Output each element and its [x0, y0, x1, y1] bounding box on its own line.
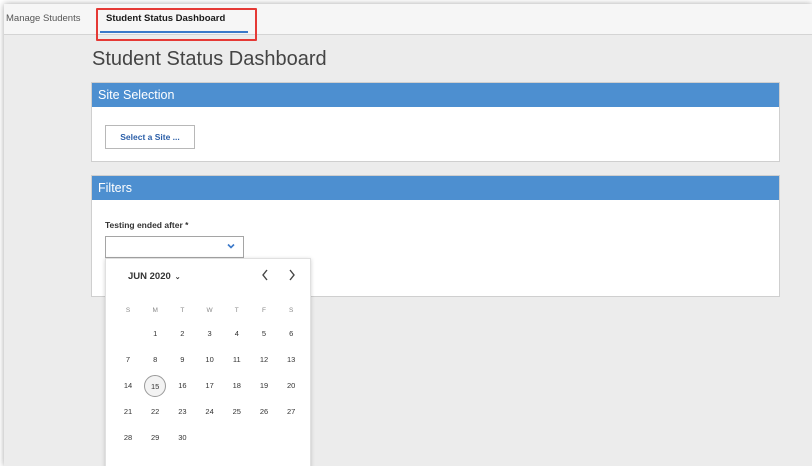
chevron-down-icon[interactable]: [226, 241, 236, 254]
select-site-button[interactable]: Select a Site ...: [105, 125, 195, 149]
calendar-day[interactable]: 4: [226, 323, 248, 345]
chevron-right-icon: [289, 269, 295, 281]
annotation-highlight-box: [96, 8, 257, 41]
calendar-day[interactable]: 28: [117, 427, 139, 449]
calendar-day[interactable]: 20: [280, 375, 302, 397]
weekday-header: S: [289, 307, 294, 314]
calendar-day[interactable]: 1: [144, 323, 166, 345]
calendar-day[interactable]: 16: [171, 375, 193, 397]
calendar-day[interactable]: 9: [171, 349, 193, 371]
calendar-day[interactable]: 18: [226, 375, 248, 397]
filters-heading: Filters: [92, 176, 779, 200]
calendar-day[interactable]: 23: [171, 401, 193, 423]
calendar-day[interactable]: 13: [280, 349, 302, 371]
testing-ended-label: Testing ended after *: [105, 220, 189, 230]
date-picker-calendar: JUN 2020 ⌄ S M T W T F S 1 2 3 4 5 6 7 8 9 10 11 12 13 14 15 1…: [105, 258, 311, 466]
calendar-day[interactable]: 22: [144, 401, 166, 423]
page-title: Student Status Dashboard: [92, 48, 327, 70]
calendar-day[interactable]: 2: [171, 323, 193, 345]
calendar-day[interactable]: 24: [199, 401, 221, 423]
calendar-day[interactable]: 17: [199, 375, 221, 397]
calendar-day[interactable]: 11: [226, 349, 248, 371]
calendar-day[interactable]: 21: [117, 401, 139, 423]
calendar-day[interactable]: 30: [171, 427, 193, 449]
next-month-button[interactable]: [287, 268, 297, 285]
chevron-left-icon: [262, 269, 268, 281]
calendar-day[interactable]: 7: [117, 349, 139, 371]
calendar-day[interactable]: 14: [117, 375, 139, 397]
site-selection-heading: Site Selection: [92, 83, 779, 107]
tab-manage-students[interactable]: Manage Students: [6, 4, 80, 34]
month-label: JUN 2020: [128, 271, 171, 282]
chevron-down-icon: ⌄: [172, 274, 181, 281]
weekday-header: T: [180, 307, 185, 314]
calendar-day[interactable]: 19: [253, 375, 275, 397]
calendar-day[interactable]: 29: [144, 427, 166, 449]
app-window: Manage Students Student Status Dashboard…: [4, 4, 812, 466]
weekday-header: M: [152, 307, 158, 314]
calendar-day[interactable]: 8: [144, 349, 166, 371]
calendar-day[interactable]: 5: [253, 323, 275, 345]
previous-month-button[interactable]: [260, 268, 270, 285]
testing-ended-date-input[interactable]: [105, 236, 244, 258]
site-selection-panel: Site Selection Select a Site ...: [91, 82, 780, 162]
weekday-header: T: [234, 307, 239, 314]
weekday-header: S: [125, 307, 131, 314]
calendar-day[interactable]: 27: [280, 401, 302, 423]
calendar-day[interactable]: 12: [253, 349, 275, 371]
calendar-day[interactable]: 25: [226, 401, 248, 423]
calendar-day[interactable]: 6: [280, 323, 302, 345]
weekday-header: W: [206, 307, 213, 314]
calendar-day[interactable]: 10: [199, 349, 221, 371]
weekday-header: F: [262, 307, 266, 314]
calendar-day-selected[interactable]: 15: [144, 375, 167, 397]
calendar-day[interactable]: 26: [253, 401, 275, 423]
calendar-day[interactable]: 3: [199, 323, 221, 345]
month-selector[interactable]: JUN 2020 ⌄: [128, 271, 181, 282]
